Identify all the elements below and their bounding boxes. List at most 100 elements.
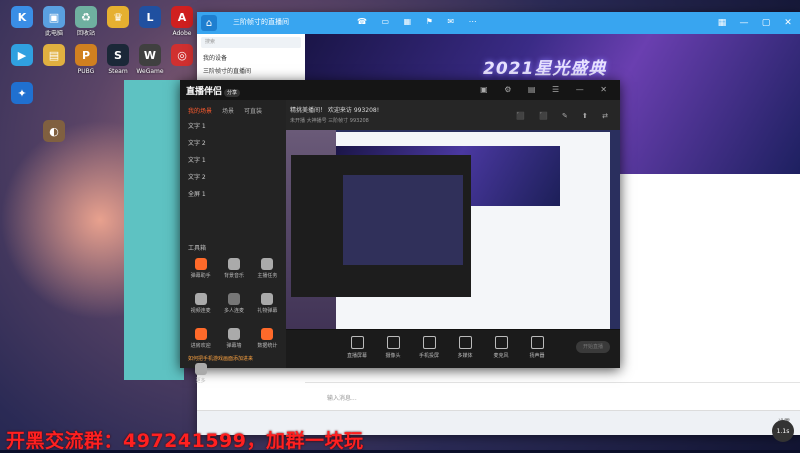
tool-button[interactable]: 礼物弹幕 xyxy=(251,293,284,314)
tool-label: 背景音乐 xyxy=(223,273,244,279)
tool-button[interactable]: 多人连麦 xyxy=(217,293,250,314)
source-label: 手机投屏 xyxy=(418,353,439,359)
league-icon-glyph: L xyxy=(139,6,161,28)
source-button[interactable]: 直播屏幕 xyxy=(346,336,368,359)
app-logo: 直播伴侣 分享 xyxy=(186,84,241,97)
desktop-icon-label: PUBG xyxy=(77,68,95,75)
stream-bottom-toolbar: 直播屏幕 摄像头 手机投屏 多媒体 麦克风 扬声器 开始直播 xyxy=(286,329,620,368)
tool-button[interactable]: 进房欢迎 xyxy=(184,328,217,349)
stream-title[interactable]: 精挑美播间！ 欢迎来访 993208! xyxy=(290,105,379,114)
window-controls[interactable]: ▣ ⚙ ▤ ☰ — ✕ xyxy=(480,85,614,94)
tool-label: 数据统计 xyxy=(257,343,278,349)
start-live-button[interactable]: 开始直播 xyxy=(576,341,610,353)
toolbox-title: 工具箱 xyxy=(188,245,207,252)
header-icons[interactable]: ⬛ ⬛ ✎ ⬆ ⇄ xyxy=(516,112,614,120)
source-icon xyxy=(350,336,364,349)
fps-badge: 1.1s xyxy=(772,420,794,442)
tool-label: 弹幕助手 xyxy=(190,273,211,279)
source-button[interactable]: 多媒体 xyxy=(454,336,476,359)
game-icon-glyph: ♛ xyxy=(107,6,129,28)
qq-toolbar-icons[interactable]: ☎ ▭ ▦ ⚑ ✉ ⋯ xyxy=(357,17,483,26)
tool-button[interactable]: 背景音乐 xyxy=(217,258,250,279)
tool-icon xyxy=(194,258,207,270)
banner-title: 2021星光盛典 xyxy=(483,59,607,79)
side-panel xyxy=(124,80,184,380)
pubg-icon[interactable]: P PUBG xyxy=(68,44,104,75)
tool-button[interactable]: 更多 xyxy=(184,363,217,384)
source-icon xyxy=(530,336,544,349)
close-icon[interactable]: ✕ xyxy=(780,15,796,31)
tool-label: 主播任务 xyxy=(257,273,278,279)
source-icon xyxy=(494,336,508,349)
tool-icon xyxy=(261,328,274,340)
source-label: 扬声器 xyxy=(529,353,545,359)
tab-installable[interactable]: 可直装 xyxy=(244,106,262,115)
tool-icon xyxy=(227,328,240,340)
adobe-icon[interactable]: A Adobe xyxy=(164,6,200,37)
desktop-icon-label: 回收站 xyxy=(76,30,95,37)
recycle-icon[interactable]: ♻ 回收站 xyxy=(68,6,104,37)
league-icon[interactable]: L xyxy=(132,6,168,30)
stream-info-header: 精挑美播间！ 欢迎来访 993208! 未开播 大神播号 三阶帧寸 993208… xyxy=(286,100,620,130)
folder-icon[interactable]: ▤ xyxy=(36,44,72,68)
home-icon[interactable]: ⌂ xyxy=(201,15,217,31)
contact-item[interactable]: 三阶帧寸的直播间 xyxy=(197,64,305,77)
desktop-icon-label: 此电脑 xyxy=(44,30,63,37)
play-icon[interactable]: ▶ xyxy=(4,44,40,68)
tool-label: 进房欢迎 xyxy=(190,343,211,349)
steam-icon[interactable]: S Steam xyxy=(100,44,136,75)
bluestar-icon-glyph: ✦ xyxy=(11,82,33,104)
wegame-icon-glyph: W xyxy=(139,44,161,66)
tool-label: 多人连麦 xyxy=(223,308,244,314)
source-button[interactable]: 摄像头 xyxy=(382,336,404,359)
source-button[interactable]: 麦克风 xyxy=(490,336,512,359)
source-button[interactable]: 手机投屏 xyxy=(418,336,440,359)
steam-icon-glyph: S xyxy=(107,44,129,66)
scene-sidebar: 我的场景 场景 可直装 文字 1 文字 2 文字 1 文字 2 全屏 1 工具箱… xyxy=(180,100,287,384)
adobe-icon-glyph: A xyxy=(171,6,193,28)
scene-item[interactable]: 文字 2 xyxy=(180,168,286,185)
qq-titlebar[interactable]: ⌂ 三阶帧寸的直播间 ☎ ▭ ▦ ⚑ ✉ ⋯ ▦ — ▢ ✕ xyxy=(197,12,800,34)
scene-item[interactable]: 文字 1 xyxy=(180,151,286,168)
netease-icon[interactable]: ◎ xyxy=(164,44,200,68)
tool-label: 弹幕墙 xyxy=(226,343,242,349)
tab-my-scenes[interactable]: 我的场景 xyxy=(188,106,212,115)
stream-titlebar[interactable]: 直播伴侣 分享 ▣ ⚙ ▤ ☰ — ✕ xyxy=(180,80,620,100)
stream-subinfo: 未开播 大神播号 三阶帧寸 993208 xyxy=(290,118,369,124)
minimize-icon[interactable]: — xyxy=(736,15,752,31)
qq-search-input[interactable]: 搜索 xyxy=(201,37,301,48)
source-button[interactable]: 扬声器 xyxy=(526,336,548,359)
source-icon xyxy=(422,336,436,349)
game-icon[interactable]: ♛ xyxy=(100,6,136,30)
bluestar-icon[interactable]: ✦ xyxy=(4,82,40,106)
tool-icon xyxy=(261,293,274,305)
tool-button[interactable]: 弹幕墙 xyxy=(217,328,250,349)
chat-input-box[interactable]: 输入消息... xyxy=(305,382,800,411)
tool-button[interactable]: 弹幕助手 xyxy=(184,258,217,279)
recycle-icon-glyph: ♻ xyxy=(75,6,97,28)
toolbox-grid: 弹幕助手 背景音乐 主播任务视频连麦 多人连麦 礼物弹幕进房欢迎 弹幕墙 数据统计更多 xyxy=(184,258,284,384)
tool-label: 视频连麦 xyxy=(190,308,211,314)
play-icon-glyph: ▶ xyxy=(11,44,33,66)
grid-icon[interactable]: ▦ xyxy=(714,15,730,31)
folder-icon-glyph: ▤ xyxy=(43,44,65,66)
tool-button[interactable]: 视频连麦 xyxy=(184,293,217,314)
contact-item[interactable]: 我的设备 xyxy=(197,51,305,64)
tool-icon xyxy=(261,258,274,270)
tool-button[interactable]: 数据统计 xyxy=(251,328,284,349)
share-badge[interactable]: 分享 xyxy=(224,89,241,97)
wegame-icon[interactable]: W WeGame xyxy=(132,44,168,75)
tool-label: 礼物弹幕 xyxy=(257,308,278,314)
preview-recursive-window xyxy=(291,155,471,297)
scene-item[interactable]: 全屏 1 xyxy=(180,185,286,202)
tab-scenes[interactable]: 场景 xyxy=(222,106,234,115)
source-label: 直播屏幕 xyxy=(346,353,367,359)
help-link[interactable]: 如何把手机游戏画面添加进来 xyxy=(188,355,253,362)
scene-item[interactable]: 文字 1 xyxy=(180,117,286,134)
k-icon[interactable]: K xyxy=(4,6,40,30)
tool-button[interactable]: 主播任务 xyxy=(251,258,284,279)
avatar-icon[interactable]: ◐ xyxy=(36,120,72,144)
computer-icon[interactable]: ▣ 此电脑 xyxy=(36,6,72,37)
scene-item[interactable]: 文字 2 xyxy=(180,134,286,151)
maximize-icon[interactable]: ▢ xyxy=(758,15,774,31)
